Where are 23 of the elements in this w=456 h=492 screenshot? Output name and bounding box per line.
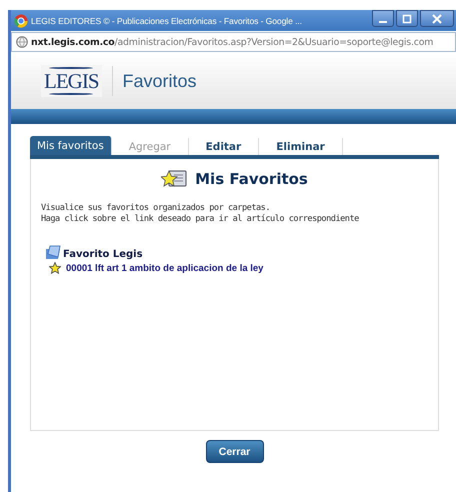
minimize-button[interactable] [372, 10, 394, 27]
maximize-button[interactable] [396, 10, 418, 27]
panel-heading: Mis Favoritos [195, 170, 308, 188]
close-button[interactable] [420, 10, 454, 27]
browser-icon [14, 14, 28, 28]
description-text: Visualice sus favoritos organizados por carpetas. [41, 203, 272, 214]
address-bar[interactable]: nxt.legis.com.co/administracion/Favoritos.asp?Version=2&Usuario=soporte@legis.com [11, 32, 456, 52]
description-text: Haga click sobre el link deseado para ir al artículo correspondiente [41, 214, 360, 225]
minimize-icon [379, 20, 387, 22]
favorite-link[interactable]: 00001 lft art 1 ambito de aplicacion de la ley [66, 262, 264, 274]
folder-name: Favorito Legis [63, 249, 143, 260]
page-title: Favoritos [122, 70, 197, 92]
logo: LEGIS [41, 65, 102, 97]
folder-icon [45, 245, 61, 260]
star-card-icon [161, 169, 188, 189]
maximize-icon [402, 14, 412, 24]
star-icon [49, 262, 61, 274]
close-button[interactable]: Cerrar [206, 440, 264, 463]
window-title: LEGIS EDITORES © - Publicaciones Electrónicas - Favoritos - Google ... [31, 16, 303, 26]
url-text: nxt.legis.com.co/administracion/Favoritos.asp?Version=2&Usuario=soporte@legis.com [31, 36, 434, 48]
close-icon [432, 14, 442, 24]
globe-icon [16, 36, 28, 48]
tab[interactable]: Mis favoritos [30, 136, 112, 155]
